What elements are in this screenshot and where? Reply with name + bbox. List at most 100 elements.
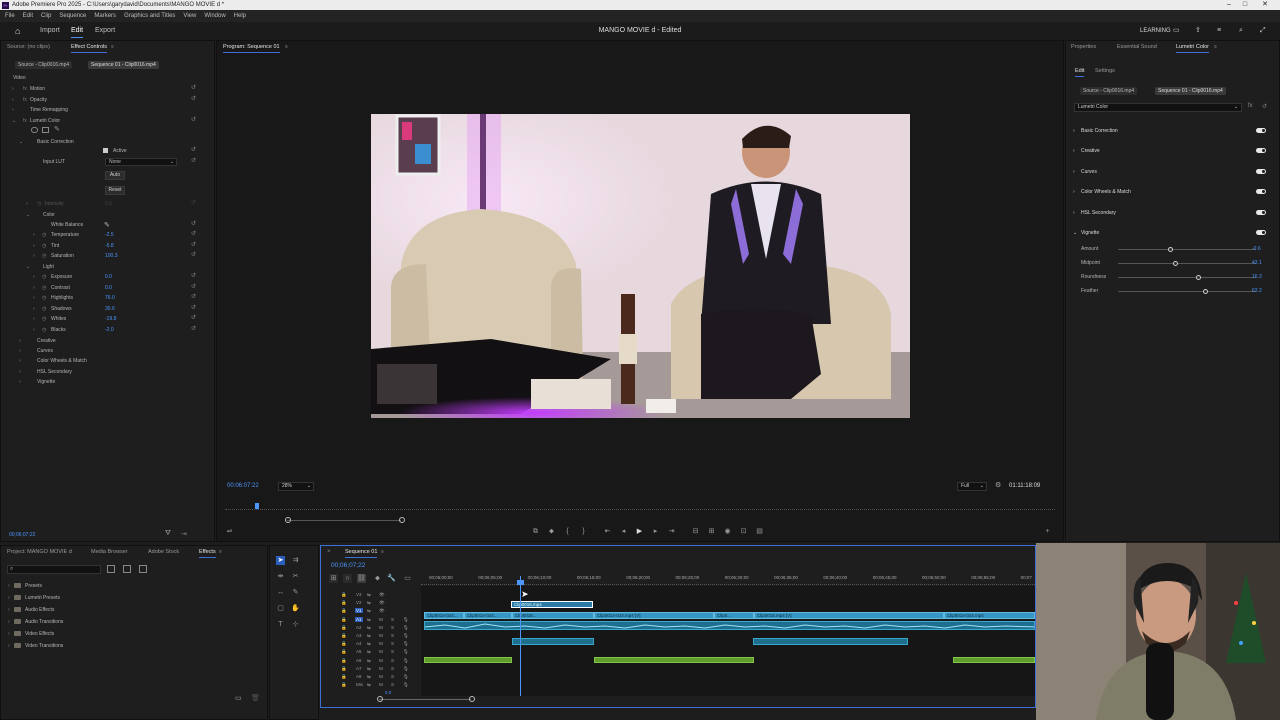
rectangle-mask-icon[interactable] bbox=[42, 127, 49, 133]
expand-highlights-icon[interactable]: › bbox=[33, 295, 35, 301]
slider-knob[interactable] bbox=[1168, 247, 1174, 252]
slider-knob[interactable] bbox=[1172, 261, 1178, 266]
lock-track-icon[interactable]: 🔒 bbox=[341, 682, 347, 688]
lumetri-section-curves[interactable]: Curves bbox=[1081, 169, 1097, 175]
razor-tool-icon[interactable]: ✂ bbox=[291, 572, 300, 581]
timeline-settings-icon[interactable]: 🔧 bbox=[387, 574, 396, 583]
monitor-time-ruler[interactable] bbox=[225, 502, 1055, 510]
expand-saturation-icon[interactable]: › bbox=[33, 253, 35, 259]
stopwatch-icon[interactable]: ◷ bbox=[42, 295, 46, 301]
voiceover-icon[interactable]: 🎙 bbox=[403, 649, 409, 655]
expand-folder-icon[interactable]: › bbox=[8, 631, 10, 637]
clip-v1[interactable]: Clip0014-024... bbox=[424, 612, 464, 619]
vignette-roundness-slider[interactable] bbox=[1118, 277, 1256, 278]
tab-source[interactable]: Source: (no clips) bbox=[7, 44, 50, 50]
filter-icon[interactable]: ⛛ bbox=[165, 530, 171, 538]
step-back-icon[interactable]: ◂ bbox=[619, 527, 628, 536]
expand-tint-icon[interactable]: › bbox=[33, 243, 35, 249]
clip-v1[interactable]: Clip0014-024... bbox=[464, 612, 512, 619]
panel-menu-icon[interactable]: ≡ bbox=[219, 549, 222, 555]
mute-track-icon[interactable]: M bbox=[379, 658, 383, 663]
lock-track-icon[interactable]: 🔒 bbox=[341, 649, 347, 655]
effects-folder[interactable]: Video Transitions bbox=[25, 643, 63, 649]
subtab-edit[interactable]: Edit bbox=[1075, 68, 1085, 77]
solo-track-icon[interactable]: S bbox=[391, 641, 394, 646]
tint-value[interactable]: -5.8 bbox=[105, 243, 114, 249]
voiceover-icon[interactable]: 🎙 bbox=[403, 617, 409, 623]
reset-icon[interactable]: ↺ bbox=[191, 157, 196, 164]
expand-temperature-icon[interactable]: › bbox=[33, 232, 35, 238]
effect-opacity[interactable]: Opacity bbox=[30, 97, 47, 103]
pen-tool-icon[interactable]: ✎ bbox=[291, 588, 300, 597]
nest-icon[interactable]: ⊞ bbox=[329, 574, 338, 583]
tab-essential-sound[interactable]: Essential Sound bbox=[1117, 44, 1157, 50]
lock-track-icon[interactable]: 🔒 bbox=[341, 600, 347, 606]
stopwatch-icon[interactable]: ◷ bbox=[42, 243, 46, 249]
menu-help[interactable]: Help bbox=[234, 13, 246, 19]
intensity-value[interactable]: 0.0 bbox=[105, 201, 112, 207]
zoom-tool-icon[interactable]: ⊹ bbox=[291, 620, 300, 629]
lock-track-icon[interactable]: 🔒 bbox=[341, 608, 347, 614]
track-select-tool-icon[interactable]: ⇉ bbox=[291, 556, 300, 565]
voiceover-icon[interactable]: 🎙 bbox=[403, 666, 409, 672]
track-label[interactable]: Mix bbox=[355, 682, 364, 687]
zoom-handle-right[interactable] bbox=[399, 517, 405, 523]
clip-v1[interactable]: Clip0016... bbox=[512, 612, 594, 619]
type-tool-icon[interactable]: T bbox=[276, 620, 285, 629]
audio-clip-a4[interactable] bbox=[424, 657, 512, 663]
video-frame[interactable] bbox=[371, 114, 910, 418]
subtab-settings[interactable]: Settings bbox=[1095, 68, 1115, 74]
zoom-handle-right[interactable] bbox=[469, 696, 475, 702]
tab-import[interactable]: Import bbox=[40, 22, 60, 40]
voiceover-icon[interactable]: 🎙 bbox=[403, 625, 409, 631]
tab-effect-controls[interactable]: Effect Controls bbox=[71, 44, 107, 53]
expand-basic-correction-icon[interactable]: › bbox=[1073, 128, 1075, 134]
sync-lock-icon[interactable]: ⇆ bbox=[367, 600, 371, 606]
panel-menu-icon[interactable]: ≡ bbox=[285, 44, 288, 50]
expand-color-wheels-icon[interactable]: › bbox=[19, 358, 21, 364]
add-marker-icon[interactable]: ⧉ bbox=[531, 527, 540, 536]
lumetri-section-hsl[interactable]: HSL Secondary bbox=[1081, 210, 1116, 216]
effects-folder[interactable]: Audio Effects bbox=[25, 607, 54, 613]
accelerated-effects-icon[interactable] bbox=[107, 565, 115, 573]
effects-folder[interactable]: Audio Transitions bbox=[25, 619, 63, 625]
lift-icon[interactable]: ⊟ bbox=[691, 527, 700, 536]
expand-curves-icon[interactable]: › bbox=[1073, 169, 1075, 175]
mute-track-icon[interactable]: M bbox=[379, 633, 383, 638]
clip-v1[interactable]: Clip0014-024.mp4 bbox=[944, 612, 1035, 619]
shadows-value[interactable]: 30.6 bbox=[105, 306, 115, 312]
temperature-value[interactable]: -2.5 bbox=[105, 232, 114, 238]
lock-track-icon[interactable]: 🔒 bbox=[341, 658, 347, 664]
mute-track-icon[interactable]: M bbox=[379, 641, 383, 646]
solo-track-icon[interactable]: S bbox=[391, 633, 394, 638]
eye-icon[interactable]: 👁 bbox=[379, 608, 385, 614]
fullscreen-icon[interactable]: ⤢ bbox=[1260, 22, 1266, 40]
expand-creative-icon[interactable]: › bbox=[19, 338, 21, 344]
expand-vignette-icon[interactable]: › bbox=[19, 379, 21, 385]
source-clip-chip[interactable]: Source - Clip0016.mp4 bbox=[1080, 87, 1138, 95]
audio-clip-a4[interactable] bbox=[594, 657, 754, 663]
timeline-timecode[interactable]: 00;06;07;22 bbox=[331, 562, 365, 569]
source-clip-chip[interactable]: Source - Clip0016.mp4 bbox=[15, 61, 73, 69]
input-lut-select[interactable]: None ⌄ bbox=[105, 158, 177, 166]
menu-view[interactable]: View bbox=[183, 13, 196, 19]
section-creative[interactable]: Creative bbox=[37, 338, 56, 344]
monitor-playhead[interactable] bbox=[255, 503, 259, 509]
reset-button[interactable]: Reset bbox=[105, 186, 125, 195]
expand-folder-icon[interactable]: › bbox=[8, 607, 10, 613]
lock-track-icon[interactable]: 🔒 bbox=[341, 633, 347, 639]
reset-icon[interactable]: ↺ bbox=[191, 95, 196, 102]
sync-lock-icon[interactable]: ⇆ bbox=[367, 641, 371, 647]
sync-lock-icon[interactable]: ⇆ bbox=[367, 617, 371, 623]
solo-track-icon[interactable]: S bbox=[391, 666, 394, 671]
menu-edit[interactable]: Edit bbox=[23, 13, 33, 19]
panel-menu-icon[interactable]: ≡ bbox=[111, 44, 114, 50]
delete-icon[interactable]: 🗑 bbox=[251, 694, 260, 702]
reset-icon[interactable]: ↺ bbox=[191, 146, 196, 153]
lock-track-icon[interactable]: 🔒 bbox=[341, 666, 347, 672]
expand-curves-icon[interactable]: › bbox=[19, 348, 21, 354]
exposure-value[interactable]: 0.0 bbox=[105, 274, 112, 280]
zoom-handle-left[interactable] bbox=[285, 517, 291, 523]
timeline-zoom-bar[interactable] bbox=[379, 699, 471, 700]
lumetri-section-creative[interactable]: Creative bbox=[1081, 148, 1100, 154]
